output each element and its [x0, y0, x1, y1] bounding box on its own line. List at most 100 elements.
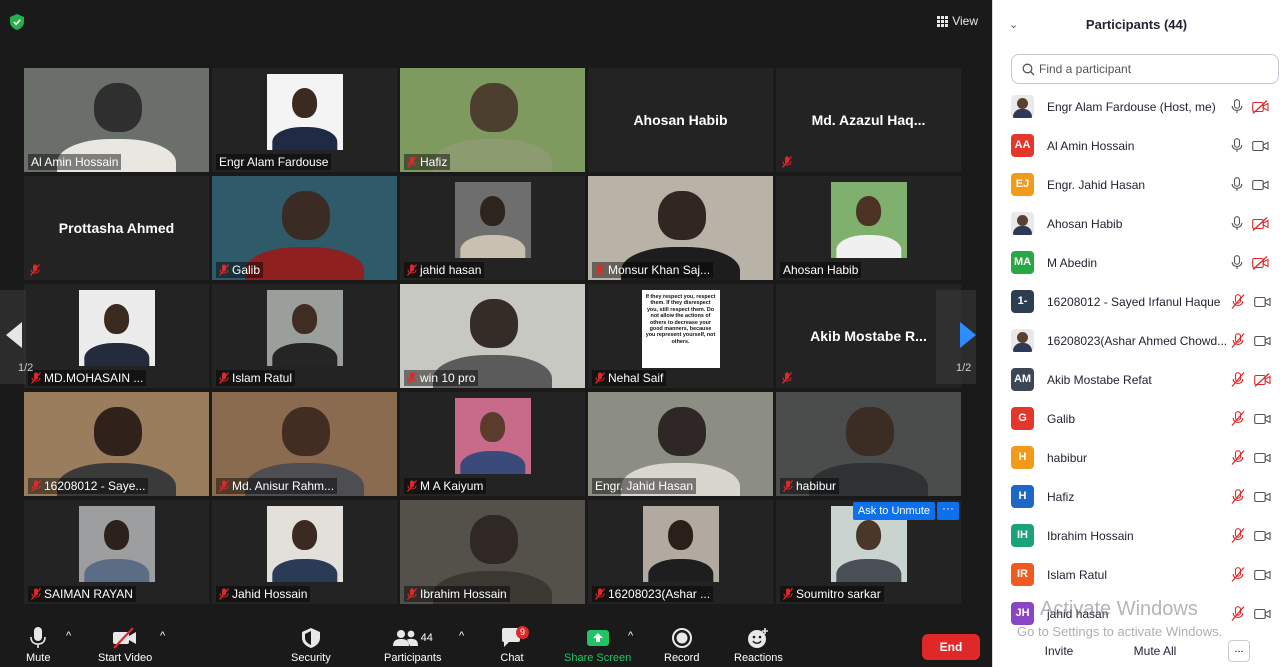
muted-mic-icon[interactable] [1231, 411, 1245, 426]
participant-avatar: G [1011, 407, 1034, 430]
video-tile[interactable]: habibur [776, 392, 961, 496]
share-screen-button[interactable]: Share Screen [564, 624, 631, 664]
participant-row[interactable]: 1- 16208012 - Sayed Irfanul Haque [993, 282, 1280, 321]
microphone-icon[interactable] [1231, 216, 1243, 231]
video-camera-icon[interactable] [1254, 491, 1271, 503]
tile-more-options-button[interactable]: ··· [937, 502, 959, 520]
video-tile[interactable]: win 10 pro [400, 284, 585, 388]
video-off-icon[interactable] [1252, 99, 1269, 114]
video-tile[interactable]: Al Amin Hossain [24, 68, 209, 172]
video-tile[interactable]: Ibrahim Hossain [400, 500, 585, 604]
muted-mic-icon[interactable] [1231, 528, 1245, 543]
video-camera-icon[interactable] [1252, 179, 1269, 191]
security-button[interactable]: Security [291, 624, 331, 664]
microphone-icon[interactable] [1231, 99, 1243, 114]
encryption-shield-icon[interactable] [10, 14, 24, 30]
microphone-icon[interactable] [1231, 138, 1243, 153]
ask-to-unmute-button[interactable]: Ask to Unmute [852, 502, 935, 520]
participant-row[interactable]: G Galib [993, 399, 1280, 438]
muted-mic-icon[interactable] [1231, 372, 1245, 387]
participant-row[interactable]: AM Akib Mostabe Refat [993, 360, 1280, 399]
participants-button[interactable]: 44 Participants [384, 624, 441, 664]
mute-options-caret[interactable]: ^ [66, 630, 71, 642]
video-camera-icon[interactable] [1254, 608, 1271, 620]
reactions-smiley-icon [748, 628, 769, 648]
record-button[interactable]: Record [664, 624, 699, 664]
video-tile[interactable]: SAIMAN RAYAN [24, 500, 209, 604]
muted-mic-icon[interactable] [1231, 450, 1245, 465]
participant-status-icons [1231, 450, 1271, 465]
reactions-button[interactable]: Reactions [734, 624, 783, 664]
mute-button[interactable]: Mute [26, 624, 50, 664]
video-tile[interactable]: 16208023(Ashar ... [588, 500, 773, 604]
microphone-icon[interactable] [1231, 177, 1243, 192]
participant-photo [454, 182, 531, 258]
participant-row[interactable]: JH jahid hasan [993, 594, 1280, 633]
video-off-icon[interactable] [1252, 216, 1269, 231]
video-tile[interactable]: Islam Ratul [212, 284, 397, 388]
video-tile[interactable]: Soumitro sarkar Ask to Unmute ··· [776, 500, 961, 604]
participant-row[interactable]: AA Al Amin Hossain [993, 126, 1280, 165]
participant-name: habibur [796, 479, 837, 493]
video-tile[interactable]: jahid hasan [400, 176, 585, 280]
search-input[interactable] [1039, 62, 1259, 76]
video-camera-icon[interactable] [1254, 296, 1271, 308]
invite-button[interactable]: Invite [1036, 640, 1082, 662]
muted-mic-icon [407, 372, 417, 384]
video-camera-icon[interactable] [1252, 140, 1269, 152]
video-tile[interactable]: Md. Anisur Rahm... [212, 392, 397, 496]
participants-options-caret[interactable]: ^ [459, 630, 464, 642]
mute-all-button[interactable]: Mute All [1124, 640, 1186, 662]
chat-button[interactable]: 9 Chat [500, 624, 530, 664]
video-tile[interactable]: 16208012 - Saye... [24, 392, 209, 496]
video-camera-icon[interactable] [1254, 413, 1271, 425]
participant-row[interactable]: MA M Abedin [993, 243, 1280, 282]
video-tile[interactable]: Akib Mostabe R... [776, 284, 961, 388]
end-meeting-button[interactable]: End [922, 634, 980, 660]
video-tile[interactable]: Engr Alam Fardouse [212, 68, 397, 172]
video-tile[interactable]: MD.MOHASAIN ... [24, 284, 209, 388]
participant-row[interactable]: 16208023(Ashar Ahmed Chowd... [993, 321, 1280, 360]
video-tile[interactable]: Prottasha Ahmed [24, 176, 209, 280]
video-tile[interactable]: Galib [212, 176, 397, 280]
video-tile[interactable]: Ahosan Habib [588, 68, 773, 172]
participant-row[interactable]: H Hafiz [993, 477, 1280, 516]
participant-list-name: Engr. Jahid Hasan [1047, 177, 1146, 192]
muted-mic-icon[interactable] [1231, 567, 1245, 582]
participant-search[interactable] [1011, 54, 1279, 84]
participant-row[interactable]: IR Islam Ratul [993, 555, 1280, 594]
video-tile[interactable]: Md. Azazul Haq... [776, 68, 961, 172]
video-tile[interactable]: Jahid Hossain [212, 500, 397, 604]
video-camera-icon[interactable] [1254, 530, 1271, 542]
video-tile[interactable]: Engr. Jahid Hasan [588, 392, 773, 496]
video-tile[interactable]: Hafiz [400, 68, 585, 172]
participant-row[interactable]: Engr Alam Fardouse (Host, me) [993, 87, 1280, 126]
video-tile[interactable]: Monsur Khan Saj... [588, 176, 773, 280]
video-camera-icon[interactable] [1254, 452, 1271, 464]
start-video-button[interactable]: Start Video [98, 624, 152, 664]
participant-row[interactable]: Ahosan Habib [993, 204, 1280, 243]
video-off-icon[interactable] [1254, 372, 1271, 387]
muted-mic-icon [407, 264, 417, 276]
video-off-icon[interactable] [1252, 255, 1269, 270]
view-button[interactable]: View [937, 14, 978, 28]
microphone-icon[interactable] [1231, 255, 1243, 270]
participant-row[interactable]: Hhabibur [993, 438, 1280, 477]
video-tile[interactable]: M A Kaiyum [400, 392, 585, 496]
participant-name: Nehal Saif [608, 371, 664, 385]
share-options-caret[interactable]: ^ [628, 630, 633, 642]
participant-name-label: 16208023(Ashar ... [592, 586, 714, 602]
participant-row[interactable]: IH Ibrahim Hossain [993, 516, 1280, 555]
muted-mic-icon[interactable] [1231, 333, 1245, 348]
participant-status-icons [1231, 411, 1271, 426]
video-tile[interactable]: If they respect you, respect them. If th… [588, 284, 773, 388]
muted-mic-icon[interactable] [1231, 294, 1245, 309]
participant-row[interactable]: EJ Engr. Jahid Hasan [993, 165, 1280, 204]
video-tile[interactable]: Ahosan Habib [776, 176, 961, 280]
video-camera-icon[interactable] [1254, 335, 1271, 347]
muted-mic-icon[interactable] [1231, 489, 1245, 504]
panel-more-button[interactable]: ... [1228, 640, 1250, 662]
video-options-caret[interactable]: ^ [160, 630, 165, 642]
muted-mic-icon[interactable] [1231, 606, 1245, 621]
video-camera-icon[interactable] [1254, 569, 1271, 581]
